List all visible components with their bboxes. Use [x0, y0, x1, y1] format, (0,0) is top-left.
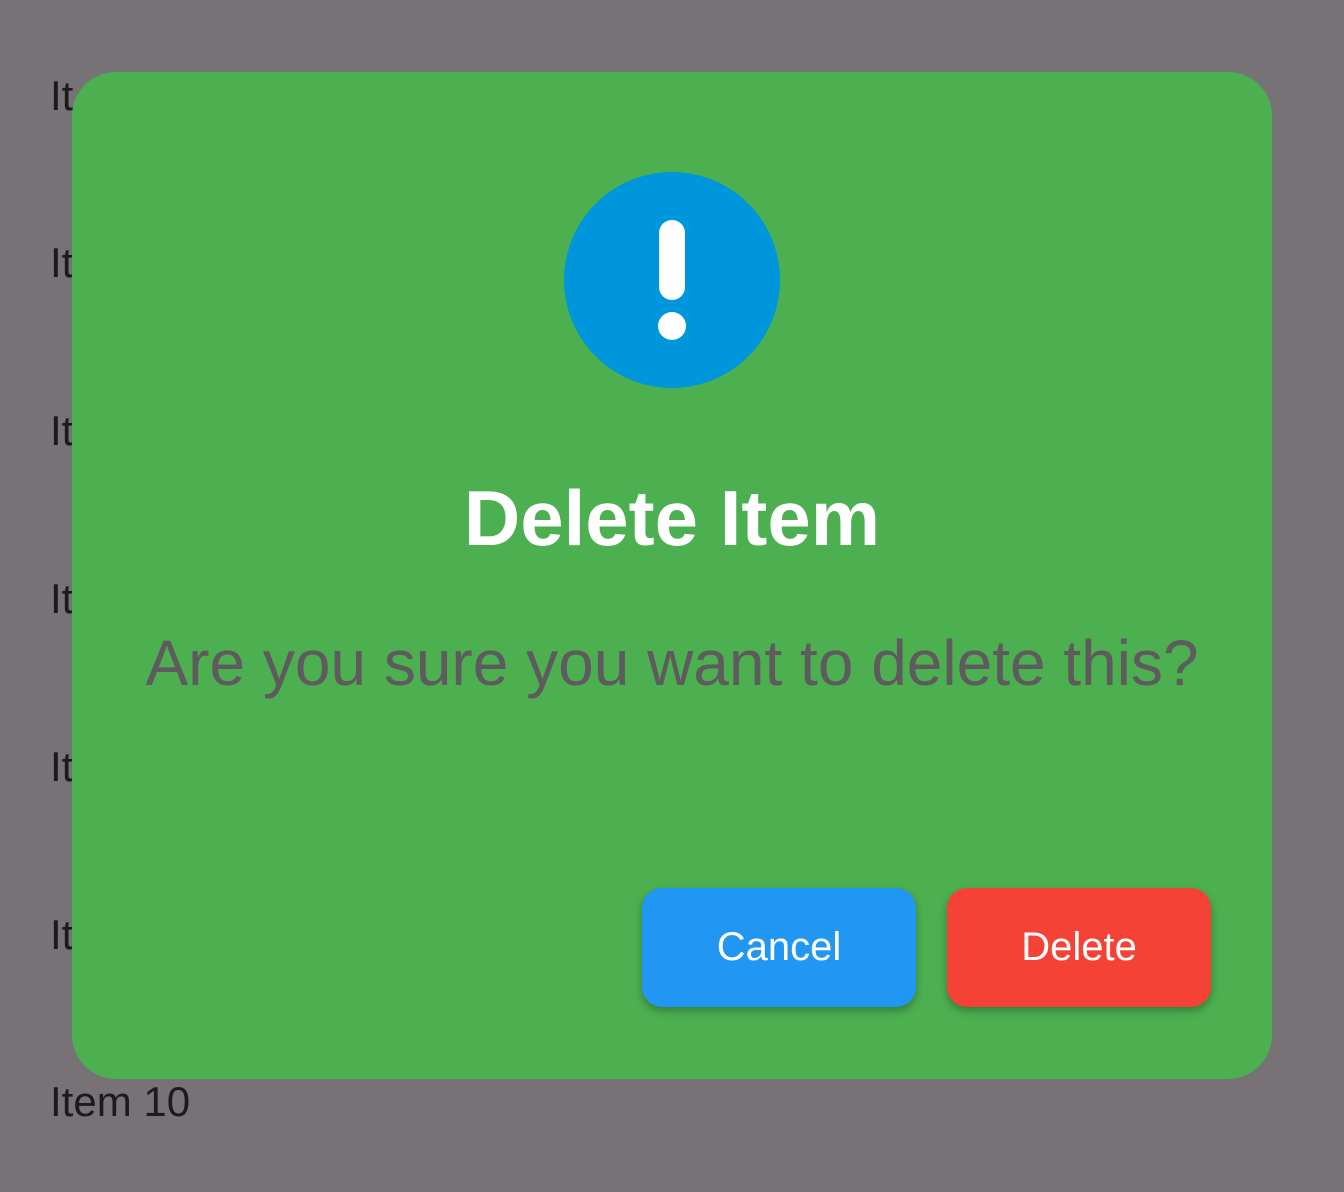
cancel-button[interactable]: Cancel [642, 888, 916, 1007]
delete-button[interactable]: Delete [947, 888, 1211, 1007]
list-item[interactable]: It [50, 233, 73, 293]
list-item[interactable]: Item 10 [50, 1072, 190, 1132]
list-item[interactable]: It [50, 737, 73, 797]
list-item[interactable]: It [50, 66, 73, 126]
list-item[interactable]: It [50, 905, 73, 965]
dialog-message: Are you sure you want to delete this? [145, 627, 1199, 699]
dialog-title: Delete Item [463, 474, 881, 562]
list-item[interactable]: It [50, 401, 73, 461]
list-item[interactable]: It [50, 569, 73, 629]
exclamation-icon [564, 172, 780, 388]
delete-confirmation-dialog: Delete Item Are you sure you want to del… [72, 72, 1272, 1079]
